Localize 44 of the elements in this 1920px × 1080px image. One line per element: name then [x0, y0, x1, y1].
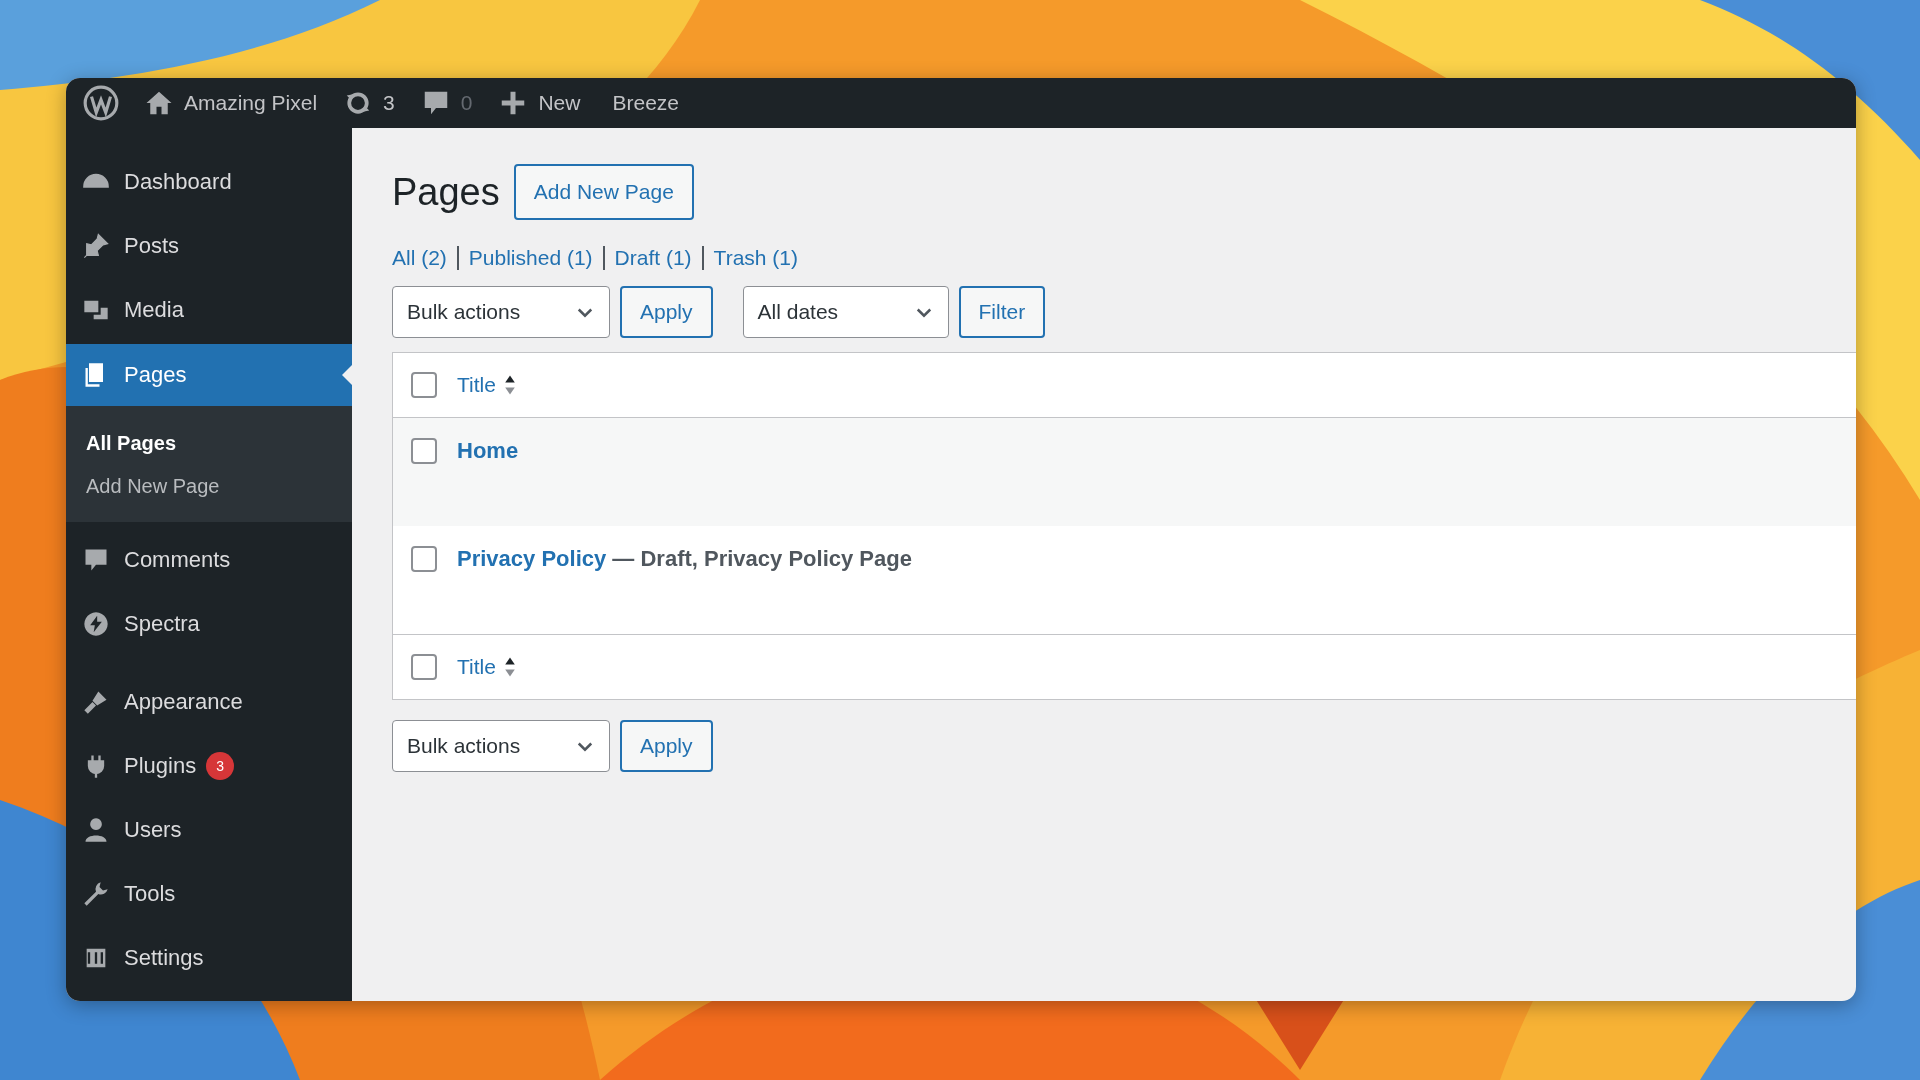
- sidebar-item[interactable]: Settings: [66, 928, 352, 988]
- sidebar-item[interactable]: Users: [66, 800, 352, 860]
- sidebar-item[interactable]: Pages: [66, 344, 352, 406]
- sidebar-item[interactable]: Appearance: [66, 672, 352, 732]
- filter-link[interactable]: Published (1): [456, 246, 593, 270]
- sort-icon[interactable]: [503, 373, 516, 397]
- title-column-header[interactable]: Title: [457, 655, 496, 679]
- select-all-checkbox[interactable]: [411, 654, 437, 680]
- bulk-actions-select[interactable]: Bulk actions: [392, 286, 610, 338]
- title-column-header[interactable]: Title: [457, 373, 496, 397]
- sidebar-item[interactable]: Plugins 3: [66, 736, 352, 796]
- apply-button[interactable]: Apply: [620, 720, 713, 772]
- sort-icon[interactable]: [503, 655, 516, 679]
- wordpress-logo-icon[interactable]: [82, 84, 120, 122]
- submenu-item[interactable]: Add New Page: [66, 465, 352, 508]
- tools-icon: [82, 880, 110, 908]
- page-state-label: — Draft, Privacy Policy Page: [611, 546, 912, 571]
- submenu-item[interactable]: All Pages: [66, 422, 352, 465]
- filter-link[interactable]: Trash (1): [701, 246, 798, 270]
- filter-link[interactable]: Draft (1): [602, 246, 692, 270]
- sidebar-item[interactable]: Spectra: [66, 594, 352, 654]
- spectra-icon: [82, 610, 110, 638]
- add-new-page-button[interactable]: Add New Page: [513, 164, 694, 220]
- apply-button[interactable]: Apply: [620, 286, 713, 338]
- updates-count[interactable]: 3: [383, 91, 395, 115]
- new-link[interactable]: New: [538, 91, 581, 115]
- dates-select[interactable]: All dates: [742, 286, 949, 338]
- toolbar-link[interactable]: Breeze: [612, 91, 679, 115]
- page-title-link[interactable]: Privacy Policy: [457, 546, 607, 571]
- sidebar-item[interactable]: Tools: [66, 864, 352, 924]
- row-checkbox[interactable]: [411, 438, 437, 464]
- sidebar-item[interactable]: Posts: [66, 216, 352, 276]
- sidebar-item[interactable]: Comments: [66, 530, 352, 590]
- bulk-actions-select[interactable]: Bulk actions: [392, 720, 610, 772]
- site-name-link[interactable]: Amazing Pixel: [184, 91, 318, 115]
- sidebar-item[interactable]: Dashboard: [66, 152, 352, 212]
- filter-button[interactable]: Filter: [958, 286, 1046, 338]
- row-checkbox[interactable]: [411, 546, 437, 572]
- update-count-badge: 3: [206, 752, 235, 780]
- page-title: Pages: [392, 170, 500, 214]
- sidebar-item[interactable]: Media: [66, 280, 352, 340]
- select-all-checkbox[interactable]: [411, 372, 437, 398]
- filter-link[interactable]: All (2): [392, 246, 447, 270]
- page-title-link[interactable]: Home: [457, 438, 519, 463]
